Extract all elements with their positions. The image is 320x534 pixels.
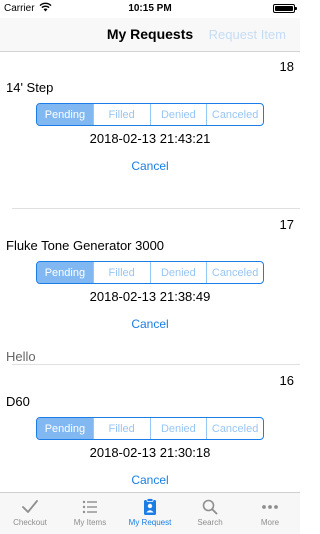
request-number: 17 bbox=[279, 217, 294, 232]
request-date: 2018-02-13 21:30:18 bbox=[89, 445, 211, 460]
tab-label: My Request bbox=[128, 518, 172, 527]
request-card: 16 D60 Pending Filled Denied Canceled 20… bbox=[0, 366, 300, 492]
status-option-canceled[interactable]: Canceled bbox=[206, 262, 263, 283]
status-time: 10:15 PM bbox=[128, 3, 172, 14]
status-option-canceled[interactable]: Canceled bbox=[206, 418, 263, 439]
clipboard-person-icon bbox=[120, 498, 180, 516]
tab-my-request[interactable]: My Request bbox=[120, 493, 180, 534]
status-option-filled[interactable]: Filled bbox=[92, 262, 150, 283]
status-option-canceled[interactable]: Canceled bbox=[206, 104, 263, 125]
battery-icon bbox=[273, 4, 297, 13]
nav-bar: My Requests Request Item bbox=[0, 18, 300, 52]
request-item-name: 14' Step bbox=[6, 80, 54, 95]
request-card: 17 Fluke Tone Generator 3000 Pending Fil… bbox=[0, 210, 300, 364]
tab-my-items[interactable]: My Items bbox=[60, 493, 120, 534]
status-option-pending[interactable]: Pending bbox=[37, 104, 93, 125]
status-segmented-control[interactable]: Pending Filled Denied Canceled bbox=[36, 103, 264, 126]
cancel-request-button[interactable]: Cancel bbox=[0, 317, 300, 331]
tab-search[interactable]: Search bbox=[180, 493, 240, 534]
request-card: 18 14' Step Pending Filled Denied Cancel… bbox=[0, 52, 300, 202]
request-number: 16 bbox=[279, 373, 294, 388]
tab-bar: Checkout My Items My Request Search More bbox=[0, 492, 300, 534]
tab-more[interactable]: More bbox=[240, 493, 300, 534]
cancel-request-button[interactable]: Cancel bbox=[0, 159, 300, 173]
status-bar: Carrier 10:15 PM bbox=[0, 0, 300, 18]
tab-label: More bbox=[260, 518, 280, 527]
status-option-pending[interactable]: Pending bbox=[37, 262, 93, 283]
status-option-filled[interactable]: Filled bbox=[92, 104, 150, 125]
request-item-name: Fluke Tone Generator 3000 bbox=[6, 238, 165, 253]
row-divider bbox=[12, 208, 300, 209]
status-option-denied[interactable]: Denied bbox=[149, 418, 207, 439]
request-date: 2018-02-13 21:38:49 bbox=[89, 289, 211, 304]
status-option-filled[interactable]: Filled bbox=[92, 418, 150, 439]
status-segmented-control[interactable]: Pending Filled Denied Canceled bbox=[36, 417, 264, 440]
more-icon bbox=[240, 498, 300, 516]
status-segmented-control[interactable]: Pending Filled Denied Canceled bbox=[36, 261, 264, 284]
tab-label: Checkout bbox=[13, 518, 47, 527]
list-icon bbox=[60, 498, 120, 516]
status-option-pending[interactable]: Pending bbox=[37, 418, 93, 439]
tab-label: Search bbox=[197, 518, 223, 527]
checkmark-icon bbox=[0, 498, 60, 516]
status-option-denied[interactable]: Denied bbox=[149, 104, 207, 125]
tab-checkout[interactable]: Checkout bbox=[0, 493, 60, 534]
request-number: 18 bbox=[279, 59, 294, 74]
request-note: Hello bbox=[6, 349, 36, 364]
request-item-button[interactable]: Request Item bbox=[209, 27, 286, 42]
requests-list[interactable]: 18 14' Step Pending Filled Denied Cancel… bbox=[0, 52, 300, 492]
status-option-denied[interactable]: Denied bbox=[149, 262, 207, 283]
cancel-request-button[interactable]: Cancel bbox=[0, 473, 300, 487]
tab-label: My Items bbox=[73, 518, 107, 527]
request-date: 2018-02-13 21:43:21 bbox=[89, 131, 211, 146]
request-item-name: D60 bbox=[6, 394, 30, 409]
search-icon bbox=[180, 498, 240, 516]
row-divider bbox=[12, 364, 300, 365]
